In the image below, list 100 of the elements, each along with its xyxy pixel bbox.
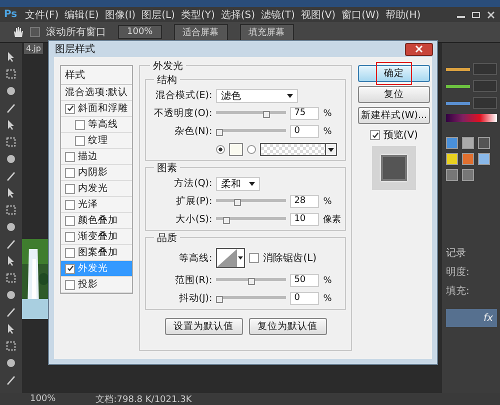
tool-icon[interactable] <box>5 102 17 114</box>
checkbox[interactable] <box>370 130 380 140</box>
slider-thumb[interactable] <box>222 217 230 224</box>
menu-item[interactable]: 帮助(H) <box>385 8 421 22</box>
style-item[interactable]: 描边 <box>61 149 132 165</box>
tool-icon[interactable] <box>5 153 17 165</box>
menu-item[interactable]: 视图(V) <box>300 8 336 22</box>
menu-item[interactable]: 滤镜(T) <box>261 8 295 22</box>
slider-thumb[interactable] <box>248 278 255 285</box>
slider-thumb[interactable] <box>263 111 270 118</box>
style-swatch[interactable] <box>446 169 458 181</box>
style-item[interactable]: 光泽 <box>61 197 132 213</box>
option-button[interactable]: 填充屏幕 <box>240 24 294 40</box>
dialog-button[interactable]: 确定 <box>358 65 430 82</box>
tool-icon[interactable] <box>5 136 17 148</box>
checkbox[interactable] <box>65 104 75 114</box>
tool-icon[interactable] <box>5 204 17 216</box>
tool-icon[interactable] <box>5 306 17 318</box>
tool-icon[interactable] <box>5 255 17 267</box>
slider-thumb[interactable] <box>216 296 224 303</box>
style-item[interactable]: 等高线 <box>61 117 132 133</box>
menu-item[interactable]: 图像(I) <box>104 8 136 22</box>
checkbox[interactable] <box>65 216 75 226</box>
tool-icon[interactable] <box>5 289 17 301</box>
color-swatch[interactable] <box>229 143 244 156</box>
value-field[interactable] <box>473 80 497 92</box>
checkbox[interactable] <box>75 136 85 146</box>
value-field[interactable]: 28 <box>290 195 320 208</box>
gradient-picker[interactable] <box>260 143 338 156</box>
hand-icon[interactable] <box>12 26 24 38</box>
slider-thumb[interactable] <box>234 199 241 206</box>
color-spectrum[interactable] <box>446 114 497 122</box>
dialog-button[interactable]: 复位 <box>358 86 430 103</box>
value-field[interactable]: 50 <box>290 274 320 287</box>
style-item[interactable]: 渐变叠加 <box>61 229 132 245</box>
tool-icon[interactable] <box>5 340 17 352</box>
checkbox[interactable] <box>65 200 75 210</box>
value-field[interactable] <box>473 63 497 75</box>
checkbox[interactable] <box>75 120 85 130</box>
style-item[interactable]: 颜色叠加 <box>61 213 132 229</box>
radio-button[interactable] <box>216 145 226 154</box>
tool-icon[interactable] <box>5 170 17 182</box>
checkbox[interactable] <box>30 27 40 37</box>
checkbox[interactable] <box>65 168 75 178</box>
menu-item[interactable]: 选择(S) <box>220 8 256 22</box>
dialog-button[interactable]: 设置为默认值 <box>164 318 243 335</box>
document-tab[interactable]: 4.jp <box>24 43 43 54</box>
value-field[interactable] <box>473 97 497 109</box>
style-item[interactable]: 斜面和浮雕 <box>61 101 132 117</box>
tool-icon[interactable] <box>5 119 17 131</box>
checkbox[interactable] <box>65 232 75 242</box>
dialog-button[interactable]: 复位为默认值 <box>248 318 327 335</box>
checkbox[interactable] <box>65 264 75 274</box>
value-field[interactable]: 10 <box>290 213 320 226</box>
tool-icon[interactable] <box>5 51 17 63</box>
menu-item[interactable]: 窗口(W) <box>342 8 380 22</box>
style-item[interactable]: 内阴影 <box>61 165 132 181</box>
tool-icon[interactable] <box>5 357 17 369</box>
panel-tab[interactable]: 记录 <box>446 246 497 260</box>
checkbox[interactable] <box>65 248 75 258</box>
style-swatch[interactable] <box>462 137 474 149</box>
style-swatch[interactable] <box>446 137 458 149</box>
dropdown[interactable]: 柔和 <box>216 176 260 190</box>
style-swatch[interactable] <box>462 169 474 181</box>
checkbox[interactable] <box>65 184 75 194</box>
value-field[interactable]: 0 <box>290 292 320 305</box>
radio-button[interactable] <box>247 145 256 154</box>
style-swatch[interactable] <box>446 153 458 165</box>
menu-item[interactable]: 类型(Y) <box>180 8 215 22</box>
tool-icon[interactable] <box>5 374 17 386</box>
dialog-button[interactable]: 新建样式(W)... <box>358 107 430 124</box>
slider-thumb[interactable] <box>216 129 224 136</box>
option-button[interactable]: 适合屏幕 <box>174 24 228 40</box>
value-field[interactable]: 75 <box>290 107 320 120</box>
style-item[interactable]: 内发光 <box>61 181 132 197</box>
tool-icon[interactable] <box>5 85 17 97</box>
value-field[interactable]: 0 <box>290 125 320 138</box>
maximize-icon[interactable] <box>471 10 481 18</box>
menu-item[interactable]: 图层(L) <box>142 8 175 22</box>
tool-icon[interactable] <box>5 221 17 233</box>
tool-icon[interactable] <box>5 238 17 250</box>
style-swatch[interactable] <box>478 137 490 149</box>
layer-row[interactable]: fx <box>446 309 497 327</box>
dropdown[interactable]: 滤色 <box>216 88 298 102</box>
close-button[interactable] <box>405 42 433 56</box>
tool-icon[interactable] <box>5 323 17 335</box>
checkbox[interactable] <box>249 253 260 263</box>
tool-icon[interactable] <box>5 187 17 199</box>
option-button[interactable]: 100% <box>118 25 162 39</box>
tool-icon[interactable] <box>5 272 17 284</box>
checkbox[interactable] <box>65 280 75 290</box>
style-swatch[interactable] <box>478 153 490 165</box>
style-item[interactable]: 混合选项:默认 <box>61 85 132 101</box>
close-icon[interactable] <box>486 10 496 18</box>
menu-item[interactable]: 编辑(E) <box>64 8 99 22</box>
contour-picker[interactable] <box>216 248 246 268</box>
menu-item[interactable]: 文件(F) <box>25 8 59 22</box>
style-item[interactable]: 纹理 <box>61 133 132 149</box>
style-item[interactable]: 投影 <box>61 277 132 293</box>
style-swatch[interactable] <box>462 153 474 165</box>
